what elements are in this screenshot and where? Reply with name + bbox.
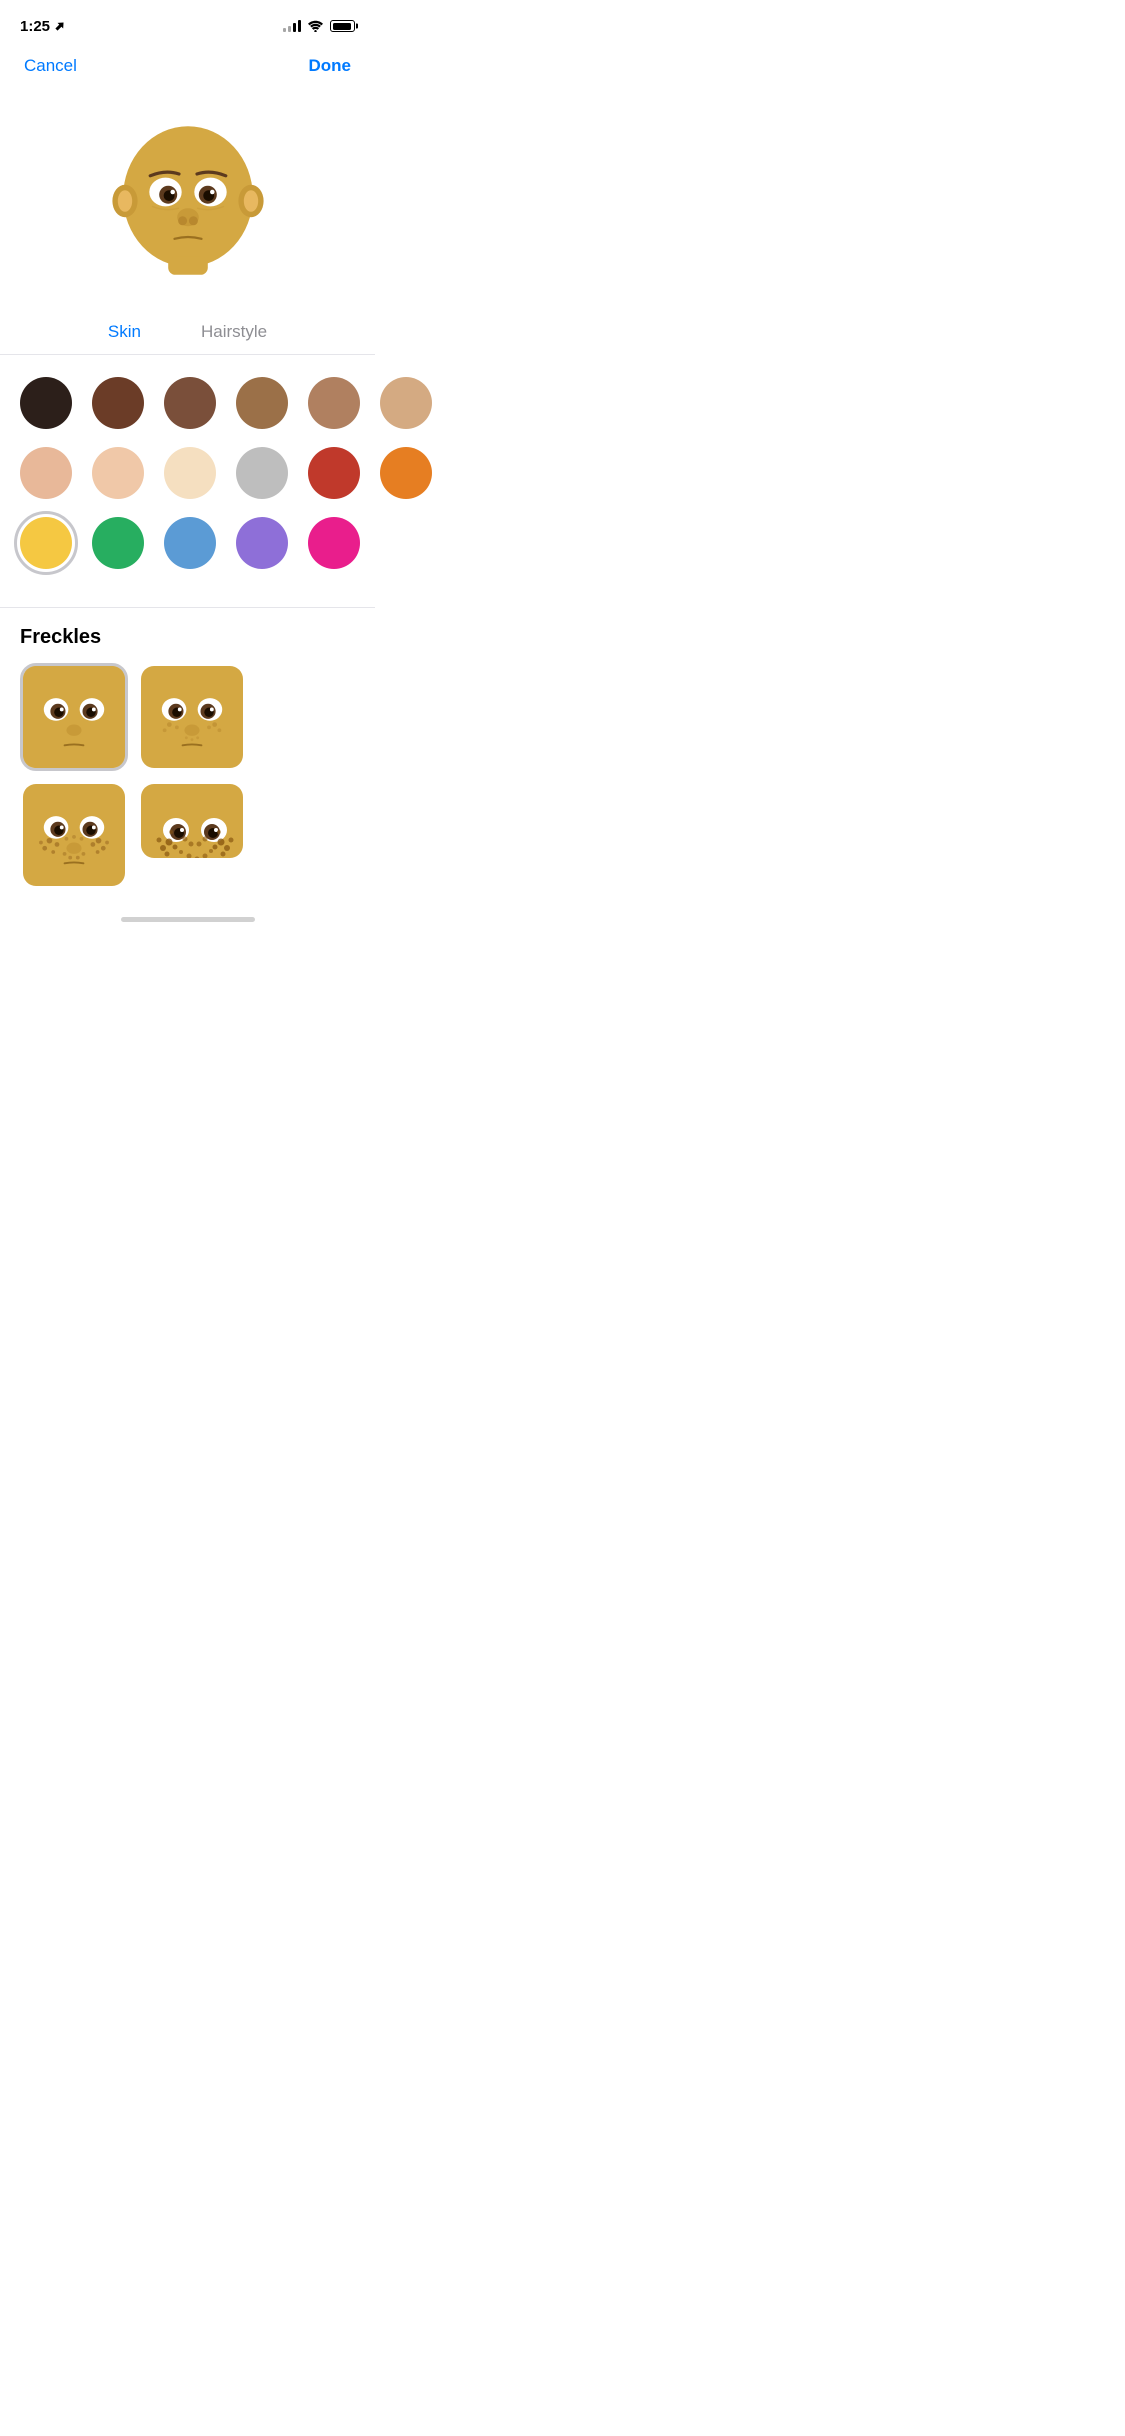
- color-grid: [0, 355, 375, 603]
- color-swatch[interactable]: [308, 447, 360, 499]
- memoji-preview: [0, 92, 375, 312]
- time-display: 1:25: [20, 18, 50, 35]
- wifi-icon: [307, 20, 324, 32]
- color-swatch[interactable]: [308, 517, 360, 569]
- color-swatch[interactable]: [380, 377, 432, 429]
- color-swatch[interactable]: [92, 517, 144, 569]
- status-time: 1:25: [20, 18, 66, 35]
- freckle-item-heavy[interactable]: [20, 781, 128, 889]
- color-swatch-selected[interactable]: [20, 517, 72, 569]
- signal-icon: [283, 20, 301, 32]
- color-swatch[interactable]: [164, 447, 216, 499]
- freckles-grid: [20, 663, 355, 889]
- color-swatch[interactable]: [236, 447, 288, 499]
- freckle-item-full[interactable]: [138, 781, 246, 861]
- color-swatch[interactable]: [308, 377, 360, 429]
- home-bar: [121, 917, 255, 922]
- color-swatch[interactable]: [236, 517, 288, 569]
- color-row-1: [20, 377, 355, 429]
- color-swatch[interactable]: [20, 447, 72, 499]
- color-row-2: [20, 447, 355, 499]
- color-swatch[interactable]: [164, 517, 216, 569]
- freckle-item-none[interactable]: [20, 663, 128, 771]
- tabs: Skin Hairstyle: [0, 312, 375, 354]
- done-button[interactable]: Done: [309, 52, 352, 80]
- cancel-button[interactable]: Cancel: [24, 52, 77, 80]
- freckles-section: Freckles: [0, 608, 375, 889]
- color-swatch[interactable]: [380, 447, 432, 499]
- freckle-item-light[interactable]: [138, 663, 246, 771]
- location-icon: [54, 20, 66, 32]
- freckle-face-full: [141, 784, 246, 861]
- color-swatch[interactable]: [92, 377, 144, 429]
- color-swatch[interactable]: [20, 377, 72, 429]
- tab-skin[interactable]: Skin: [108, 312, 141, 354]
- home-indicator: [0, 909, 375, 926]
- color-swatch[interactable]: [236, 377, 288, 429]
- freckles-title: Freckles: [20, 626, 355, 649]
- nav-bar: Cancel Done: [0, 44, 375, 92]
- freckle-face-none: [23, 666, 125, 768]
- color-swatch[interactable]: [164, 377, 216, 429]
- freckle-face-light: [141, 666, 243, 768]
- color-swatch[interactable]: [92, 447, 144, 499]
- status-icons: [283, 20, 355, 32]
- freckle-face-heavy: [23, 784, 125, 886]
- memoji-face: [98, 102, 278, 282]
- color-row-3: [20, 517, 355, 569]
- tab-hairstyle[interactable]: Hairstyle: [201, 312, 267, 354]
- battery-icon: [330, 20, 355, 32]
- status-bar: 1:25: [0, 0, 375, 44]
